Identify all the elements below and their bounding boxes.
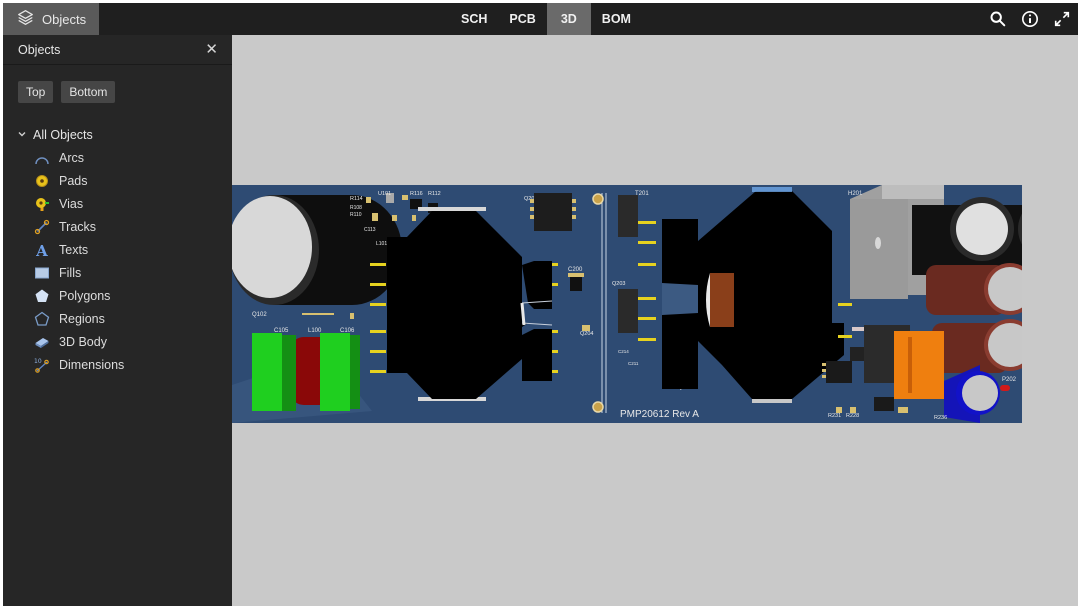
- tree-item-polygons[interactable]: Polygons: [17, 284, 232, 307]
- tree-item-label: 3D Body: [59, 334, 107, 349]
- polygon-icon: [33, 287, 50, 304]
- capacitor-c106: [320, 333, 360, 411]
- designator-u101: U101: [378, 191, 391, 197]
- board-label: PMP20612 Rev A: [620, 409, 699, 420]
- mounting-hole: [592, 401, 604, 413]
- tab-pcb[interactable]: PCB: [498, 3, 546, 35]
- mounting-hole: [592, 193, 604, 205]
- tree-root-label: All Objects: [33, 127, 93, 142]
- top-icons: [988, 3, 1072, 35]
- via-icon: [33, 195, 50, 212]
- capacitor-c105: [252, 333, 296, 411]
- mosfet-t201: [618, 195, 638, 237]
- tab-bom[interactable]: BOM: [591, 3, 642, 35]
- designator-r236: R236: [934, 415, 947, 421]
- top-button[interactable]: Top: [18, 81, 54, 103]
- region-icon: [33, 310, 50, 327]
- tree-item-3d-body[interactable]: 3D Body: [17, 330, 232, 353]
- designator-p202: P202: [1002, 377, 1017, 383]
- close-icon[interactable]: ✕: [205, 42, 218, 57]
- info-icon[interactable]: [1020, 9, 1040, 29]
- electrolytic-capacitor-large: [232, 195, 402, 305]
- track-icon: [33, 218, 50, 235]
- tab-3d[interactable]: 3D: [546, 3, 591, 35]
- arc-icon: [33, 149, 50, 166]
- tree-item-arcs[interactable]: Arcs: [17, 146, 232, 169]
- tree-item-label: Vias: [59, 196, 84, 211]
- app-window: Objects SCH PCB 3D BOM Objects ✕ Top Bot…: [3, 3, 1078, 606]
- objects-panel: Objects ✕ Top Bottom All Objects Arcs Pa…: [3, 35, 232, 606]
- designator-r112: R112: [428, 191, 441, 197]
- layers-icon: [17, 9, 34, 29]
- tree-item-label: Tracks: [59, 219, 97, 234]
- tree-item-regions[interactable]: Regions: [17, 307, 232, 330]
- tree-item-label: Dimensions: [59, 357, 125, 372]
- top-bar: Objects SCH PCB 3D BOM: [3, 3, 1078, 35]
- designator-r114: R114: [350, 196, 363, 202]
- search-icon[interactable]: [988, 9, 1008, 29]
- designator-q102: Q102: [252, 312, 267, 318]
- designator-r110: R110: [350, 212, 362, 218]
- objects-panel-tab[interactable]: Objects: [3, 3, 99, 35]
- objects-panel-title: Objects: [18, 42, 61, 57]
- objects-panel-header: Objects ✕: [3, 35, 232, 65]
- tree-root-all-objects[interactable]: All Objects: [17, 123, 232, 146]
- object-tree: All Objects Arcs Pads Vias Tracks A Text…: [3, 103, 232, 376]
- expand-icon[interactable]: [1052, 9, 1072, 29]
- bottom-button[interactable]: Bottom: [61, 81, 116, 103]
- tree-item-fills[interactable]: Fills: [17, 261, 232, 284]
- tab-sch[interactable]: SCH: [450, 3, 498, 35]
- tree-item-label: Fills: [59, 265, 82, 280]
- designator-q203: Q203: [612, 281, 625, 287]
- designator-q204: Q204: [580, 331, 593, 337]
- dimension-icon: 10: [33, 356, 50, 373]
- tree-item-pads[interactable]: Pads: [17, 169, 232, 192]
- designator-r228: R228: [846, 413, 859, 419]
- tree-item-label: Arcs: [59, 150, 84, 165]
- designator-r116: R116: [410, 191, 423, 197]
- text-icon: A: [33, 241, 50, 258]
- designator-t201: T201: [635, 191, 649, 197]
- transformer-right: [662, 187, 844, 403]
- designator-r231: R231: [828, 413, 841, 419]
- tree-item-label: Regions: [59, 311, 105, 326]
- svg-text:A: A: [35, 242, 48, 258]
- tree-item-label: Texts: [59, 242, 89, 257]
- mosfet-q203: [618, 289, 638, 333]
- tree-item-label: Polygons: [59, 288, 111, 303]
- tree-item-label: Pads: [59, 173, 88, 188]
- designator-l100: L100: [308, 328, 322, 334]
- objects-tab-label: Objects: [42, 11, 87, 27]
- view-tabs: SCH PCB 3D BOM: [450, 3, 642, 35]
- electrolytic-capacitors-top: [912, 197, 1022, 275]
- tree-item-vias[interactable]: Vias: [17, 192, 232, 215]
- designator-c113: C113: [364, 227, 376, 233]
- side-filter-buttons: Top Bottom: [3, 65, 232, 103]
- 3d-body-icon: [33, 333, 50, 350]
- svg-text:10: 10: [34, 358, 42, 365]
- pad-icon: [33, 172, 50, 189]
- pcb-3d-model[interactable]: R114 U101 R116 R112 R108 R110 C113 L101: [232, 185, 1022, 423]
- designator-l101: L101: [376, 241, 387, 247]
- designator-c214: C214: [618, 349, 629, 354]
- designator-c211: C211: [628, 361, 639, 366]
- ic-chip: [534, 193, 572, 231]
- designator-c200: C200: [568, 267, 583, 273]
- designator-r108: R108: [350, 205, 362, 211]
- 3d-viewport[interactable]: R114 U101 R116 R112 R108 R110 C113 L101: [232, 35, 1078, 606]
- tree-item-texts[interactable]: A Texts: [17, 238, 232, 261]
- chevron-down-icon[interactable]: [17, 128, 27, 142]
- fill-icon: [33, 264, 50, 281]
- tree-item-tracks[interactable]: Tracks: [17, 215, 232, 238]
- designator-h201: H201: [848, 191, 863, 197]
- tree-item-dimensions[interactable]: 10 Dimensions: [17, 353, 232, 376]
